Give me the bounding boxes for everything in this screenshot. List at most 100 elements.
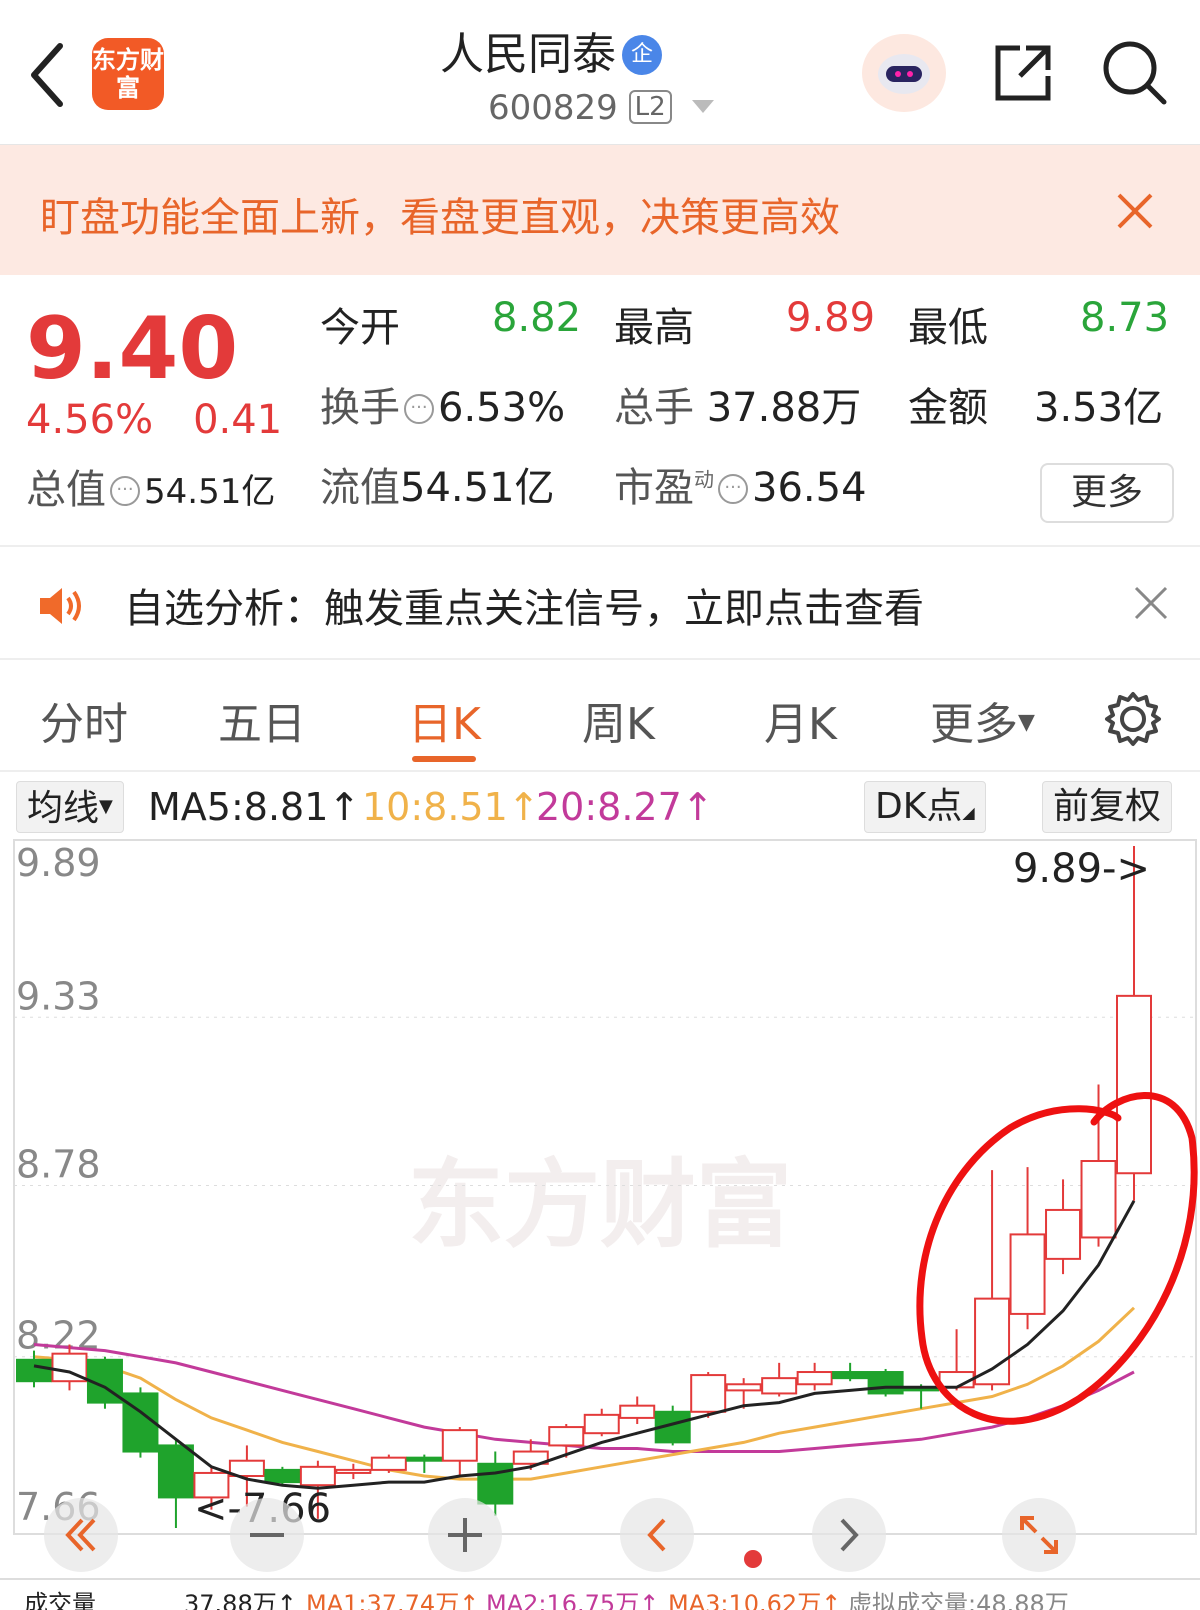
active-tab-indicator	[412, 756, 476, 762]
chevron-right-icon	[840, 1518, 859, 1552]
turnover: 换手 ··· 6.53%	[320, 375, 565, 433]
info-icon[interactable]: ···	[404, 394, 434, 424]
tab-intraday[interactable]: 分时	[40, 688, 128, 752]
promo-banner[interactable]: 盯盘功能全面上新，看盘更直观，决策更高效	[0, 145, 1200, 275]
candle-up	[725, 1383, 762, 1392]
y-axis-label: 9.89	[16, 841, 101, 885]
volume-ma1: MA1:37.74万↑	[306, 1590, 480, 1610]
tab-daily-k[interactable]: 日K	[408, 688, 481, 752]
banner-text: 盯盘功能全面上新，看盘更直观，决策更高效	[40, 195, 840, 241]
volume-ma3: MA3:10.62万↑	[668, 1590, 842, 1610]
volume-selector[interactable]: 成交量	[24, 1584, 96, 1610]
minus-icon	[250, 1533, 284, 1537]
amount-value: 3.53亿	[1034, 385, 1164, 431]
app-logo[interactable]: 东方财富	[92, 38, 164, 110]
tab-more[interactable]: 更多▼	[930, 688, 1035, 752]
amount-label: 金额	[908, 385, 988, 431]
plus-icon	[448, 1518, 482, 1552]
banner-close-icon[interactable]	[1116, 192, 1154, 230]
candle-up	[583, 1413, 620, 1435]
expand-icon	[1020, 1516, 1058, 1554]
y-axis-label: 9.33	[16, 974, 101, 1018]
high-label: 最高	[614, 305, 694, 351]
settings-gear-icon[interactable]	[1104, 690, 1162, 748]
candle-up	[299, 1465, 336, 1487]
tab-weekly-k[interactable]: 周K	[582, 688, 655, 752]
search-icon[interactable]	[1100, 38, 1170, 108]
open-label: 今开	[320, 305, 400, 351]
candle-up	[796, 1371, 833, 1386]
stock-title: 人民同泰企	[440, 18, 662, 82]
chart-watermark: 东方财富	[408, 1149, 792, 1261]
more-quote-button[interactable]: 更多	[1040, 463, 1174, 523]
volume: 总手 37.88万	[614, 375, 861, 433]
market-cap-value: 54.51亿	[144, 472, 276, 512]
pe-label: 市盈	[614, 465, 694, 511]
change-amount: 0.41	[193, 397, 283, 443]
max-price-label: 9.89->	[1013, 846, 1150, 892]
pe-dynamic-sup: 动	[694, 467, 714, 492]
pe-value: 36.54	[752, 465, 867, 511]
pe-ratio: 市盈动 ··· 36.54	[614, 455, 867, 513]
adjust-button[interactable]: 前复权	[1042, 781, 1173, 833]
dk-point-button[interactable]: DK点◢	[864, 781, 986, 833]
virtual-volume: 虚拟成交量:48.88万	[848, 1590, 1069, 1610]
tab-more-caret-icon: ▼	[1018, 710, 1035, 735]
analysis-notice[interactable]: 自选分析：触发重点关注信号，立即点击查看	[0, 548, 1200, 658]
chevron-left-icon	[647, 1518, 666, 1552]
candle-down	[867, 1371, 904, 1395]
tab-monthly-k[interactable]: 月K	[764, 688, 837, 752]
fullscreen-button[interactable]	[1002, 1498, 1076, 1572]
ma-selector[interactable]: 均线▼	[16, 781, 124, 833]
y-axis-label: 8.22	[16, 1314, 101, 1358]
candle-down	[406, 1456, 443, 1462]
price-change: 4.56% 0.41	[26, 397, 282, 443]
market-cap: 总值 ··· 54.51亿	[26, 457, 275, 515]
scroll-right-button[interactable]	[812, 1498, 886, 1572]
volume-ma2: MA2:16.75万↑	[486, 1590, 660, 1610]
volume-value: 37.88万	[706, 385, 862, 431]
info-icon[interactable]: ···	[718, 474, 748, 504]
divider	[0, 545, 1200, 547]
candle-up	[619, 1404, 656, 1419]
candle-up	[1080, 1160, 1117, 1239]
volume-label: 总手	[614, 385, 694, 431]
dk-point-label: DK点	[875, 786, 963, 827]
float-cap: 流值54.51亿	[320, 455, 555, 513]
ma10-value: 10:8.51↑	[362, 785, 540, 829]
chart-header: 均线▼ MA5:8.81↑ 10:8.51↑ 20:8.27↑ DK点◢ 前复权	[0, 775, 1200, 837]
candle-up	[690, 1374, 727, 1413]
float-cap-value: 54.51亿	[400, 465, 555, 511]
low-value: 8.73	[1080, 295, 1170, 341]
speaker-icon	[40, 588, 81, 624]
stock-code: 600829	[488, 88, 618, 128]
scroll-left-button[interactable]	[620, 1498, 694, 1572]
tab-more-label: 更多	[930, 699, 1018, 750]
page-indicator-dot	[744, 1550, 762, 1568]
candle-down	[264, 1468, 301, 1484]
robot-assistant-icon[interactable]	[862, 34, 946, 112]
candle-up	[1045, 1208, 1082, 1260]
scroll-left-fast-button[interactable]	[44, 1498, 118, 1572]
zoom-in-button[interactable]	[428, 1498, 502, 1572]
info-icon[interactable]: ···	[110, 476, 140, 506]
volume-indicator-bar: 成交量 37.88万↑ MA1:37.74万↑ MA2:16.75万↑ MA3:…	[0, 1578, 1200, 1610]
dk-corner-icon: ◢	[962, 803, 975, 822]
period-tabs: 分时 五日 日K 周K 月K 更多▼	[0, 660, 1200, 772]
back-arrow-icon[interactable]	[28, 40, 68, 110]
candle-up	[1009, 1233, 1046, 1315]
ma10-line	[33, 1306, 1136, 1481]
share-icon[interactable]	[990, 40, 1056, 106]
stock-name: 人民同泰	[440, 29, 616, 80]
candle-up	[1116, 994, 1152, 1175]
tab-five-day[interactable]: 五日	[218, 688, 306, 752]
last-price: 9.40	[26, 299, 239, 399]
kline-chart[interactable]: 东方财富9.899.338.788.227.669.89-><-7.66	[0, 838, 1200, 1578]
zoom-out-button[interactable]	[230, 1498, 304, 1572]
candle-up	[335, 1468, 372, 1474]
notice-close-icon[interactable]	[1134, 586, 1168, 620]
stock-code-row[interactable]: 600829 L2	[488, 88, 715, 128]
top-bar: 东方财富 人民同泰企 600829 L2	[0, 0, 1200, 145]
turnover-label: 换手	[320, 385, 400, 431]
y-axis-label: 8.78	[16, 1142, 101, 1186]
